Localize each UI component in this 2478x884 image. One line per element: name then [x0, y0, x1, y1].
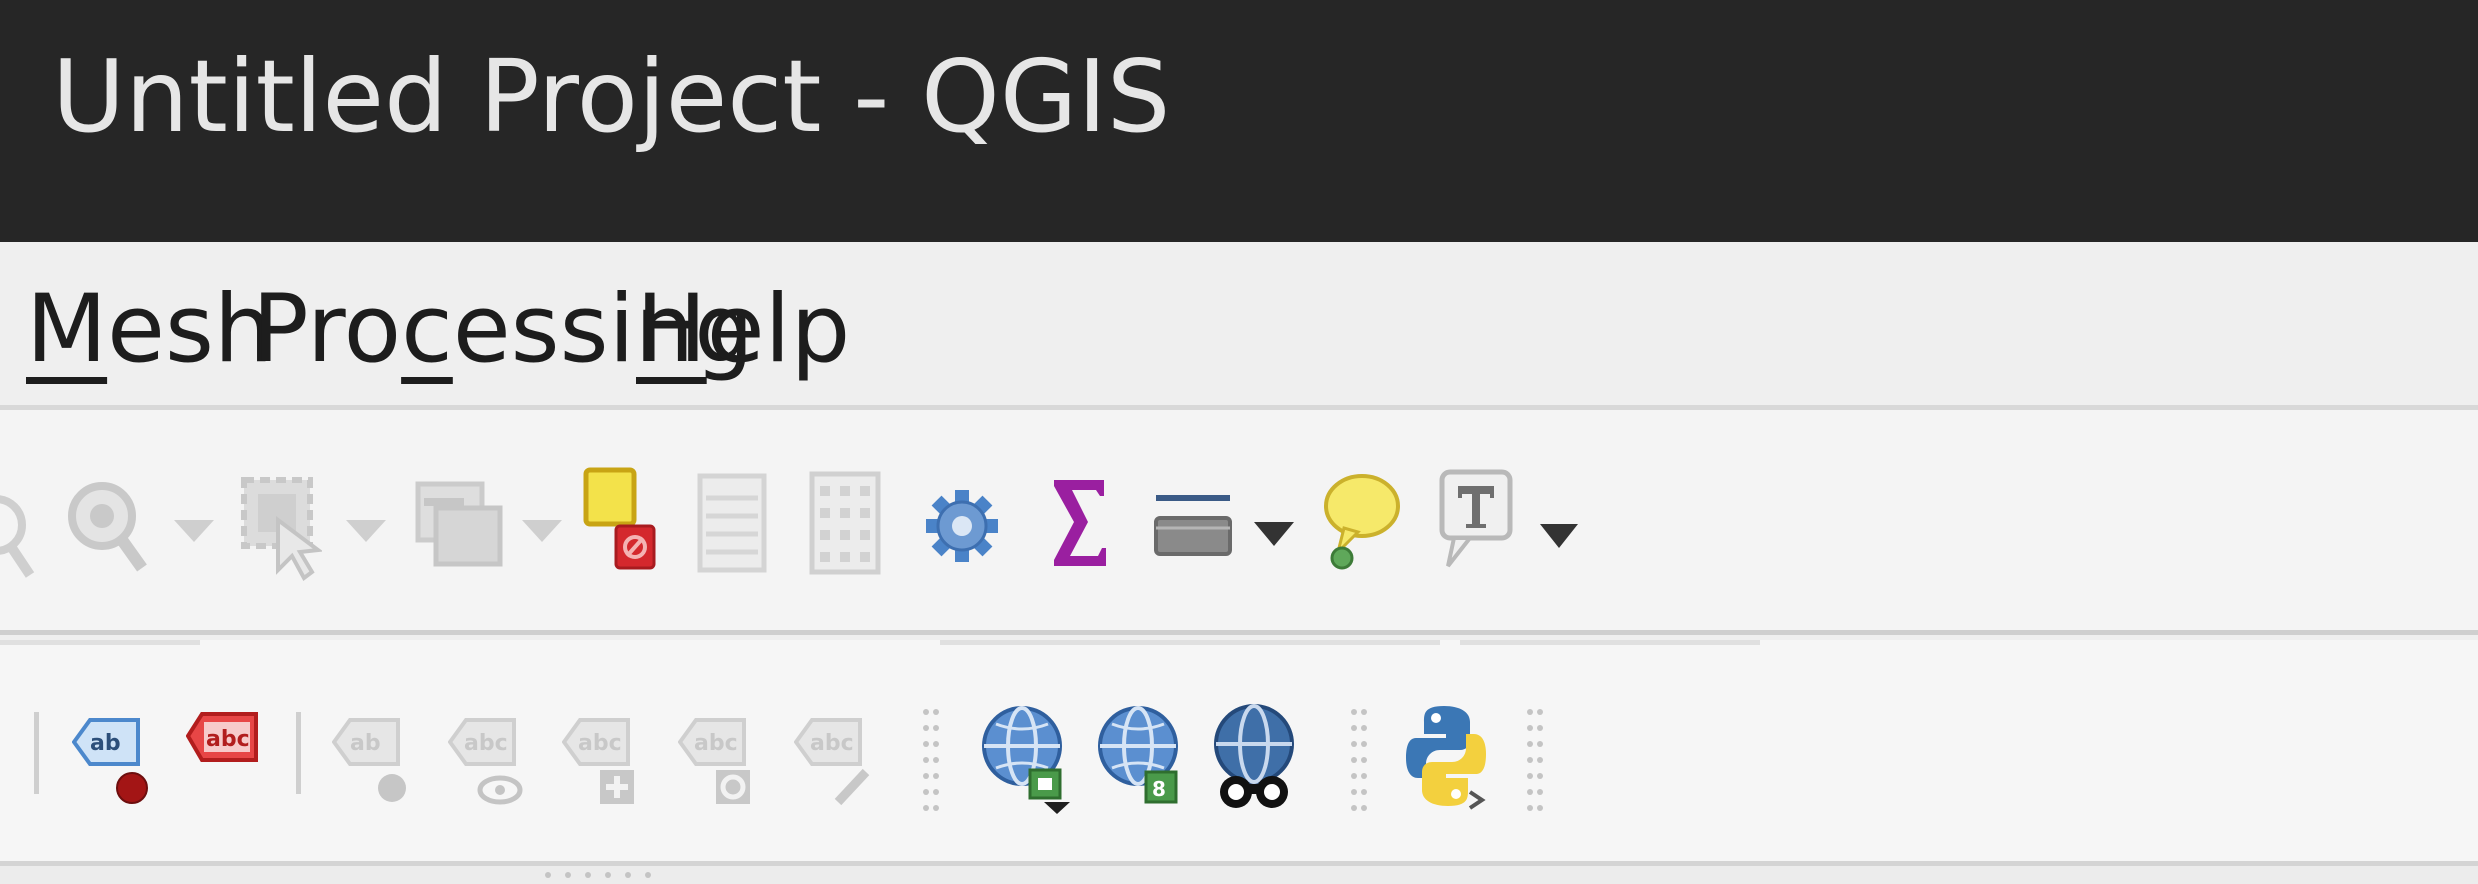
open-table-zoom-icon[interactable] — [66, 472, 148, 582]
toolbar-grip-handle[interactable] — [1526, 706, 1544, 818]
svg-text:8: 8 — [1152, 777, 1166, 801]
add-wms-layer-icon[interactable] — [982, 698, 1072, 816]
menu-mesh[interactable]: Mesh — [26, 280, 274, 380]
show-hide-labels-icon[interactable]: abc — [562, 706, 642, 810]
toolbar-grip-handle[interactable] — [1350, 706, 1368, 818]
toolbar-segment-divider — [940, 640, 1440, 645]
text-annotation-icon[interactable] — [1436, 466, 1516, 580]
add-wcs-layer-icon[interactable]: 8 — [1098, 698, 1188, 816]
toolbar-segment-divider — [1460, 640, 1760, 645]
svg-text:ab: ab — [350, 731, 381, 756]
toolbar-separator — [296, 712, 301, 794]
svg-text:abc: abc — [810, 731, 854, 756]
open-field-calculator-icon[interactable] — [808, 468, 882, 578]
menu-mnemonic: M — [26, 275, 108, 384]
menubar: Mesh Processing Help — [0, 242, 2478, 410]
window-titlebar: Untitled Project - QGIS — [0, 0, 2478, 242]
metasearch-icon[interactable] — [1212, 698, 1302, 816]
menu-mnemonic: H — [636, 275, 707, 384]
menu-mnemonic: c — [401, 275, 453, 384]
highlight-pinned-labels-icon[interactable]: abc — [448, 706, 528, 810]
toolbar-segment-divider — [0, 640, 200, 645]
attributes-toolbar — [0, 410, 2478, 635]
map-tips-icon[interactable] — [1322, 468, 1402, 580]
svg-text:ab: ab — [90, 731, 121, 756]
chevron-down-icon[interactable] — [514, 510, 570, 550]
svg-text:abc: abc — [578, 731, 622, 756]
window-title: Untitled Project - QGIS — [52, 38, 1171, 155]
chevron-down-icon[interactable] — [338, 510, 394, 550]
move-label-icon[interactable]: abc — [678, 706, 758, 810]
deselect-icon[interactable] — [414, 476, 504, 580]
horizontal-grip-handle[interactable] — [544, 870, 664, 880]
layer-diagram-options-icon[interactable]: abc — [186, 706, 260, 774]
pin-unpin-labels-icon[interactable]: ab — [332, 706, 412, 810]
layer-labeling-options-icon[interactable]: ab — [72, 706, 152, 806]
show-statistical-summary-sigma-icon[interactable] — [1048, 470, 1110, 576]
python-console-icon[interactable] — [1404, 700, 1488, 812]
svg-text:abc: abc — [694, 731, 738, 756]
menu-help[interactable]: Help — [636, 280, 850, 380]
chevron-down-icon[interactable] — [1534, 516, 1578, 556]
processing-toolbox-gear-icon[interactable] — [924, 470, 1000, 582]
toolbar-separator — [34, 712, 39, 794]
svg-text:abc: abc — [206, 727, 250, 752]
select-features-icon[interactable] — [236, 470, 322, 582]
svg-text:abc: abc — [464, 731, 508, 756]
identify-features-icon[interactable] — [0, 480, 38, 590]
labels-toolbar: ab abc ab abc abc abc abc 8 — [0, 640, 2478, 866]
measure-line-icon[interactable] — [1152, 488, 1234, 564]
chevron-down-icon[interactable] — [1246, 514, 1302, 554]
open-attribute-table-icon[interactable] — [696, 470, 768, 576]
rotate-label-icon[interactable]: abc — [794, 706, 874, 810]
toolbar-bottom-edge — [0, 866, 2478, 884]
toolbar-grip-handle[interactable] — [922, 706, 940, 818]
select-by-expression-icon[interactable] — [582, 466, 660, 576]
chevron-down-icon[interactable] — [166, 510, 222, 550]
